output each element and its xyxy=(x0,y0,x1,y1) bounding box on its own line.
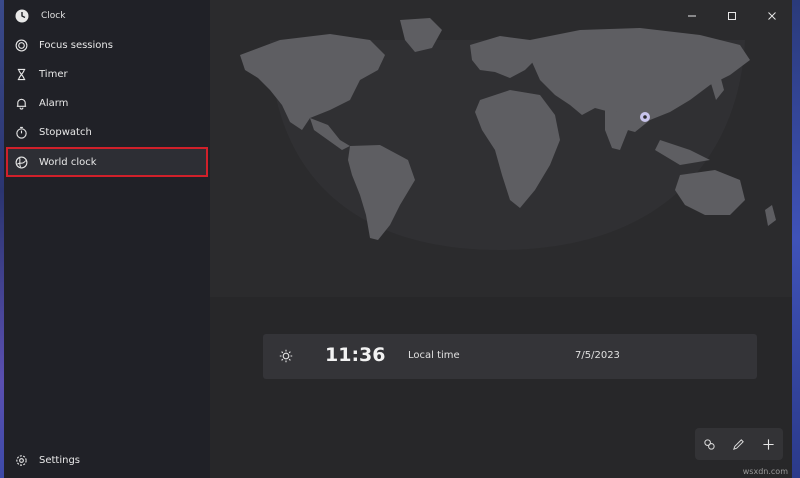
desktop-background-right xyxy=(792,0,800,478)
minimize-button[interactable] xyxy=(672,0,712,32)
location-pin-icon[interactable] xyxy=(640,112,650,122)
sidebar-item-settings[interactable]: Settings xyxy=(4,446,210,474)
sidebar-item-world-clock[interactable]: World clock xyxy=(6,147,208,177)
compare-button[interactable] xyxy=(699,433,721,455)
edit-button[interactable] xyxy=(728,433,750,455)
maximize-button[interactable] xyxy=(712,0,752,32)
sidebar-item-stopwatch[interactable]: Stopwatch xyxy=(4,118,210,146)
close-button[interactable] xyxy=(752,0,792,32)
world-map-graphic xyxy=(210,0,792,297)
window-controls xyxy=(672,0,792,32)
local-time: 11:36 xyxy=(325,344,386,366)
hourglass-icon xyxy=(14,67,28,81)
sidebar-item-label: Settings xyxy=(39,454,81,466)
globe-icon xyxy=(14,155,28,169)
sidebar-item-label: Stopwatch xyxy=(39,126,92,138)
main-content: 11:36 Local time 7/5/2023 xyxy=(210,0,792,478)
add-city-button[interactable] xyxy=(757,433,779,455)
maximize-icon xyxy=(728,12,736,20)
clock-app-icon xyxy=(15,9,29,23)
focus-icon xyxy=(14,38,28,52)
world-clock-toolbar xyxy=(695,428,783,460)
app-title: Clock xyxy=(41,11,66,21)
sidebar-item-timer[interactable]: Timer xyxy=(4,60,210,88)
clock-window: Clock Focus sessions Timer Alarm Stopwat xyxy=(4,0,792,478)
title-bar: Clock xyxy=(4,0,210,32)
gear-icon xyxy=(14,453,28,467)
sidebar-item-focus-sessions[interactable]: Focus sessions xyxy=(4,31,210,59)
local-time-card[interactable]: 11:36 Local time 7/5/2023 xyxy=(263,334,757,379)
minimize-icon xyxy=(688,15,696,17)
local-date: 7/5/2023 xyxy=(575,350,620,361)
pencil-icon xyxy=(733,438,745,450)
sidebar-item-alarm[interactable]: Alarm xyxy=(4,89,210,117)
sidebar-item-label: Alarm xyxy=(39,97,69,109)
stopwatch-icon xyxy=(14,125,28,139)
compare-icon xyxy=(704,438,715,450)
close-icon xyxy=(768,12,776,20)
sidebar-item-label: World clock xyxy=(39,156,97,168)
sidebar-item-label: Focus sessions xyxy=(39,39,113,51)
sidebar-item-label: Timer xyxy=(39,68,68,80)
sidebar: Clock Focus sessions Timer Alarm Stopwat xyxy=(4,0,210,478)
sun-icon xyxy=(279,349,293,363)
bell-icon xyxy=(14,96,28,110)
world-map[interactable] xyxy=(210,0,792,297)
watermark: wsxdn.com xyxy=(742,467,788,476)
plus-icon xyxy=(763,438,774,450)
local-time-label: Local time xyxy=(408,350,460,361)
